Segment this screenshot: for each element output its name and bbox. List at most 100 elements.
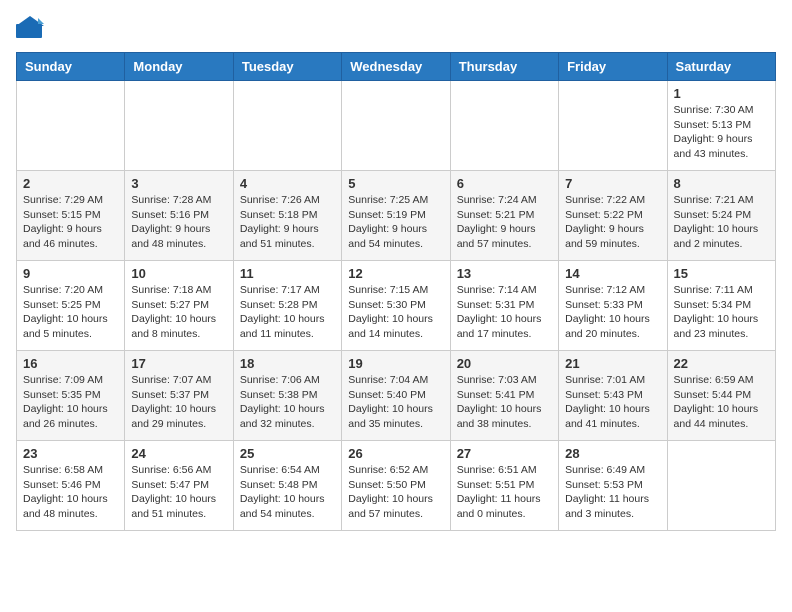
- day-info: Sunrise: 7:17 AM Sunset: 5:28 PM Dayligh…: [240, 283, 335, 342]
- calendar-week-row: 9 Sunrise: 7:20 AM Sunset: 5:25 PM Daylig…: [17, 261, 776, 351]
- calendar-table: SundayMondayTuesdayWednesdayThursdayFrid…: [16, 52, 776, 531]
- weekday-header-monday: Monday: [125, 53, 233, 81]
- day-info: Sunrise: 6:59 AM Sunset: 5:44 PM Dayligh…: [674, 373, 769, 432]
- day-number: 2: [23, 176, 118, 191]
- calendar-cell: 24 Sunrise: 6:56 AM Sunset: 5:47 PM Dayli…: [125, 441, 233, 531]
- day-info: Sunrise: 7:07 AM Sunset: 5:37 PM Dayligh…: [131, 373, 226, 432]
- weekday-header-tuesday: Tuesday: [233, 53, 341, 81]
- day-info: Sunrise: 7:12 AM Sunset: 5:33 PM Dayligh…: [565, 283, 660, 342]
- day-number: 27: [457, 446, 552, 461]
- day-info: Sunrise: 6:58 AM Sunset: 5:46 PM Dayligh…: [23, 463, 118, 522]
- day-number: 7: [565, 176, 660, 191]
- day-info: Sunrise: 7:30 AM Sunset: 5:13 PM Dayligh…: [674, 103, 769, 162]
- weekday-header-friday: Friday: [559, 53, 667, 81]
- day-info: Sunrise: 7:03 AM Sunset: 5:41 PM Dayligh…: [457, 373, 552, 432]
- logo-icon: [16, 16, 44, 40]
- calendar-cell: 1 Sunrise: 7:30 AM Sunset: 5:13 PM Daylig…: [667, 81, 775, 171]
- calendar-week-row: 2 Sunrise: 7:29 AM Sunset: 5:15 PM Daylig…: [17, 171, 776, 261]
- day-info: Sunrise: 7:26 AM Sunset: 5:18 PM Dayligh…: [240, 193, 335, 252]
- day-info: Sunrise: 7:20 AM Sunset: 5:25 PM Dayligh…: [23, 283, 118, 342]
- calendar-cell: 18 Sunrise: 7:06 AM Sunset: 5:38 PM Dayli…: [233, 351, 341, 441]
- day-info: Sunrise: 7:24 AM Sunset: 5:21 PM Dayligh…: [457, 193, 552, 252]
- logo: [16, 16, 48, 40]
- calendar-cell: 21 Sunrise: 7:01 AM Sunset: 5:43 PM Dayli…: [559, 351, 667, 441]
- day-number: 22: [674, 356, 769, 371]
- calendar-cell: 7 Sunrise: 7:22 AM Sunset: 5:22 PM Daylig…: [559, 171, 667, 261]
- weekday-header-wednesday: Wednesday: [342, 53, 450, 81]
- calendar-cell: 3 Sunrise: 7:28 AM Sunset: 5:16 PM Daylig…: [125, 171, 233, 261]
- calendar-cell: [559, 81, 667, 171]
- day-info: Sunrise: 7:01 AM Sunset: 5:43 PM Dayligh…: [565, 373, 660, 432]
- day-number: 16: [23, 356, 118, 371]
- calendar-cell: 5Sunrise: 7:25 AM Sunset: 5:19 PM Daylig…: [342, 171, 450, 261]
- calendar-cell: 28 Sunrise: 6:49 AM Sunset: 5:53 PM Dayli…: [559, 441, 667, 531]
- calendar-cell: 9 Sunrise: 7:20 AM Sunset: 5:25 PM Daylig…: [17, 261, 125, 351]
- day-number: 14: [565, 266, 660, 281]
- day-info: Sunrise: 7:09 AM Sunset: 5:35 PM Dayligh…: [23, 373, 118, 432]
- day-number: 17: [131, 356, 226, 371]
- calendar-cell: [450, 81, 558, 171]
- day-number: 5: [348, 176, 443, 191]
- calendar-cell: 26 Sunrise: 6:52 AM Sunset: 5:50 PM Dayli…: [342, 441, 450, 531]
- calendar-cell: 27 Sunrise: 6:51 AM Sunset: 5:51 PM Dayli…: [450, 441, 558, 531]
- day-number: 10: [131, 266, 226, 281]
- calendar-cell: [233, 81, 341, 171]
- day-number: 6: [457, 176, 552, 191]
- calendar-week-row: 16 Sunrise: 7:09 AM Sunset: 5:35 PM Dayli…: [17, 351, 776, 441]
- day-number: 15: [674, 266, 769, 281]
- day-number: 13: [457, 266, 552, 281]
- day-info: Sunrise: 6:52 AM Sunset: 5:50 PM Dayligh…: [348, 463, 443, 522]
- day-number: 4: [240, 176, 335, 191]
- day-number: 20: [457, 356, 552, 371]
- calendar-cell: [667, 441, 775, 531]
- day-number: 12: [348, 266, 443, 281]
- calendar-cell: 14 Sunrise: 7:12 AM Sunset: 5:33 PM Dayli…: [559, 261, 667, 351]
- day-info: Sunrise: 7:22 AM Sunset: 5:22 PM Dayligh…: [565, 193, 660, 252]
- weekday-header-thursday: Thursday: [450, 53, 558, 81]
- calendar-cell: 4 Sunrise: 7:26 AM Sunset: 5:18 PM Daylig…: [233, 171, 341, 261]
- calendar-cell: [342, 81, 450, 171]
- page-header: [16, 16, 776, 40]
- day-info: Sunrise: 6:56 AM Sunset: 5:47 PM Dayligh…: [131, 463, 226, 522]
- calendar-cell: 2 Sunrise: 7:29 AM Sunset: 5:15 PM Daylig…: [17, 171, 125, 261]
- day-info: Sunrise: 7:04 AM Sunset: 5:40 PM Dayligh…: [348, 373, 443, 432]
- day-info: Sunrise: 7:14 AM Sunset: 5:31 PM Dayligh…: [457, 283, 552, 342]
- day-info: Sunrise: 7:28 AM Sunset: 5:16 PM Dayligh…: [131, 193, 226, 252]
- weekday-header-saturday: Saturday: [667, 53, 775, 81]
- calendar-cell: 16 Sunrise: 7:09 AM Sunset: 5:35 PM Dayli…: [17, 351, 125, 441]
- calendar-cell: 19Sunrise: 7:04 AM Sunset: 5:40 PM Dayli…: [342, 351, 450, 441]
- day-info: Sunrise: 7:06 AM Sunset: 5:38 PM Dayligh…: [240, 373, 335, 432]
- calendar-cell: [125, 81, 233, 171]
- day-info: Sunrise: 7:21 AM Sunset: 5:24 PM Dayligh…: [674, 193, 769, 252]
- day-number: 26: [348, 446, 443, 461]
- weekday-header-row: SundayMondayTuesdayWednesdayThursdayFrid…: [17, 53, 776, 81]
- day-number: 25: [240, 446, 335, 461]
- day-info: Sunrise: 6:49 AM Sunset: 5:53 PM Dayligh…: [565, 463, 660, 522]
- day-number: 9: [23, 266, 118, 281]
- day-info: Sunrise: 7:15 AM Sunset: 5:30 PM Dayligh…: [348, 283, 443, 342]
- day-number: 1: [674, 86, 769, 101]
- calendar-cell: 6 Sunrise: 7:24 AM Sunset: 5:21 PM Daylig…: [450, 171, 558, 261]
- calendar-cell: 15 Sunrise: 7:11 AM Sunset: 5:34 PM Dayli…: [667, 261, 775, 351]
- day-number: 11: [240, 266, 335, 281]
- calendar-cell: 22 Sunrise: 6:59 AM Sunset: 5:44 PM Dayli…: [667, 351, 775, 441]
- calendar-week-row: 1 Sunrise: 7:30 AM Sunset: 5:13 PM Daylig…: [17, 81, 776, 171]
- day-number: 28: [565, 446, 660, 461]
- calendar-cell: 12 Sunrise: 7:15 AM Sunset: 5:30 PM Dayli…: [342, 261, 450, 351]
- calendar-cell: 25 Sunrise: 6:54 AM Sunset: 5:48 PM Dayli…: [233, 441, 341, 531]
- day-number: 3: [131, 176, 226, 191]
- calendar-week-row: 23 Sunrise: 6:58 AM Sunset: 5:46 PM Dayli…: [17, 441, 776, 531]
- day-info: Sunrise: 6:54 AM Sunset: 5:48 PM Dayligh…: [240, 463, 335, 522]
- calendar-cell: 11 Sunrise: 7:17 AM Sunset: 5:28 PM Dayli…: [233, 261, 341, 351]
- day-number: 24: [131, 446, 226, 461]
- day-number: 23: [23, 446, 118, 461]
- day-info: Sunrise: 7:29 AM Sunset: 5:15 PM Dayligh…: [23, 193, 118, 252]
- day-info: Sunrise: 6:51 AM Sunset: 5:51 PM Dayligh…: [457, 463, 552, 522]
- day-number: 18: [240, 356, 335, 371]
- day-number: 21: [565, 356, 660, 371]
- day-info: Sunrise: 7:11 AM Sunset: 5:34 PM Dayligh…: [674, 283, 769, 342]
- day-number: 8: [674, 176, 769, 191]
- calendar-cell: 13 Sunrise: 7:14 AM Sunset: 5:31 PM Dayli…: [450, 261, 558, 351]
- calendar-cell: 20 Sunrise: 7:03 AM Sunset: 5:41 PM Dayli…: [450, 351, 558, 441]
- weekday-header-sunday: Sunday: [17, 53, 125, 81]
